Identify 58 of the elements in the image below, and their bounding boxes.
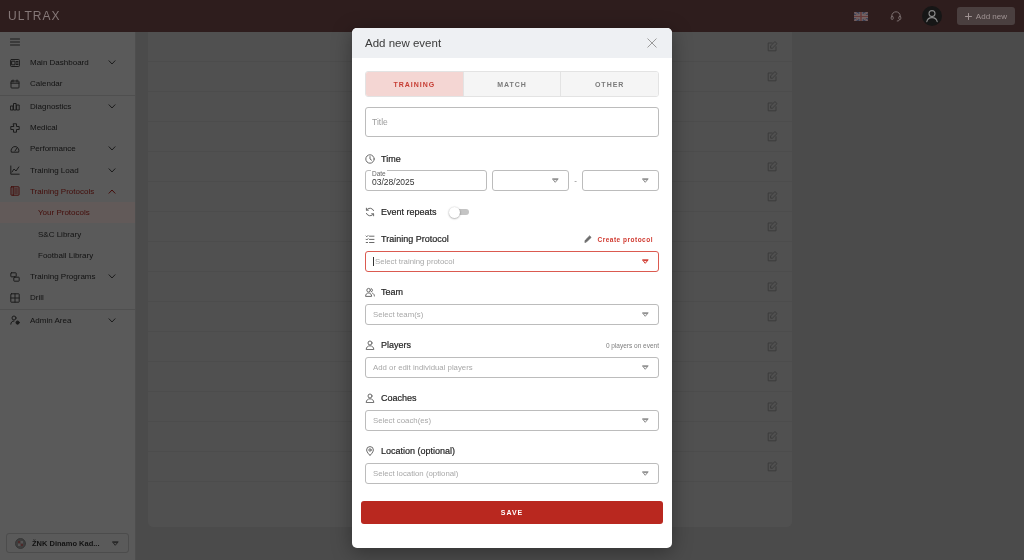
repeat-icon	[365, 207, 375, 217]
time-select[interactable]	[492, 170, 569, 191]
grid-icon	[10, 292, 20, 303]
map-pin-icon	[365, 446, 375, 456]
close-icon[interactable]	[647, 38, 657, 48]
text-cursor-icon	[373, 257, 374, 266]
cross-icon	[10, 122, 20, 133]
pencil-icon	[584, 235, 593, 243]
field-label: Training Protocol	[381, 234, 449, 244]
bar-chart-icon	[10, 101, 20, 112]
gauge-icon	[10, 143, 20, 154]
headset-icon[interactable]	[889, 10, 902, 22]
sidebar-item[interactable]: Performance	[0, 138, 135, 160]
field-label: Time	[381, 154, 401, 164]
avatar-icon[interactable]	[921, 6, 942, 26]
field-label: Coaches	[381, 393, 417, 403]
clock-icon	[365, 154, 375, 164]
user-icon	[365, 393, 375, 403]
user-icon	[365, 340, 375, 350]
time-separator: -	[573, 176, 578, 185]
caret-icon	[642, 259, 649, 264]
menu-icon[interactable]	[10, 38, 20, 46]
caret-icon	[642, 178, 649, 183]
checklist-icon	[365, 234, 375, 244]
blocks-icon	[10, 271, 20, 282]
sidebar-item[interactable]: Calendar	[0, 73, 135, 95]
field-label: Team	[381, 287, 403, 297]
caret-icon	[642, 471, 649, 476]
sidebar-item[interactable]: Main Dashboard	[0, 52, 135, 74]
calendar-icon	[10, 78, 20, 89]
logo: ULTRAX	[8, 9, 61, 23]
sidebar-item[interactable]: Training Protocols	[0, 180, 135, 203]
time-select[interactable]	[582, 170, 659, 191]
sidebar-subitem[interactable]: Your Protocols	[0, 202, 135, 224]
field-label: Players	[381, 340, 411, 350]
crest-icon	[15, 537, 26, 549]
line-chart-icon	[10, 165, 20, 176]
layout-icon	[10, 57, 20, 68]
plus-icon	[964, 12, 972, 20]
caret-icon	[642, 312, 649, 317]
caret-icon	[642, 365, 649, 370]
list-icon	[10, 186, 20, 197]
caret-icon	[642, 418, 649, 423]
users-icon	[365, 287, 375, 297]
sidebar-subitem[interactable]: Football Library	[0, 244, 135, 266]
flag-icon[interactable]	[853, 11, 868, 21]
sidebar-item[interactable]: Admin Area	[0, 309, 135, 331]
field-label: Location (optional)	[381, 446, 456, 456]
add-new-button[interactable]: Add new	[956, 7, 1015, 25]
user-gear-icon	[10, 315, 20, 326]
title-field[interactable]: Title	[365, 107, 659, 137]
repeat-toggle[interactable]	[448, 206, 469, 218]
caret-icon	[552, 178, 559, 183]
field-label: Event repeats	[381, 207, 437, 217]
dialog-title: Add new event	[365, 37, 442, 49]
caret-icon	[111, 540, 119, 546]
sidebar-item[interactable]: Diagnostics	[0, 95, 135, 117]
sidebar-item[interactable]: Medical	[0, 116, 135, 139]
